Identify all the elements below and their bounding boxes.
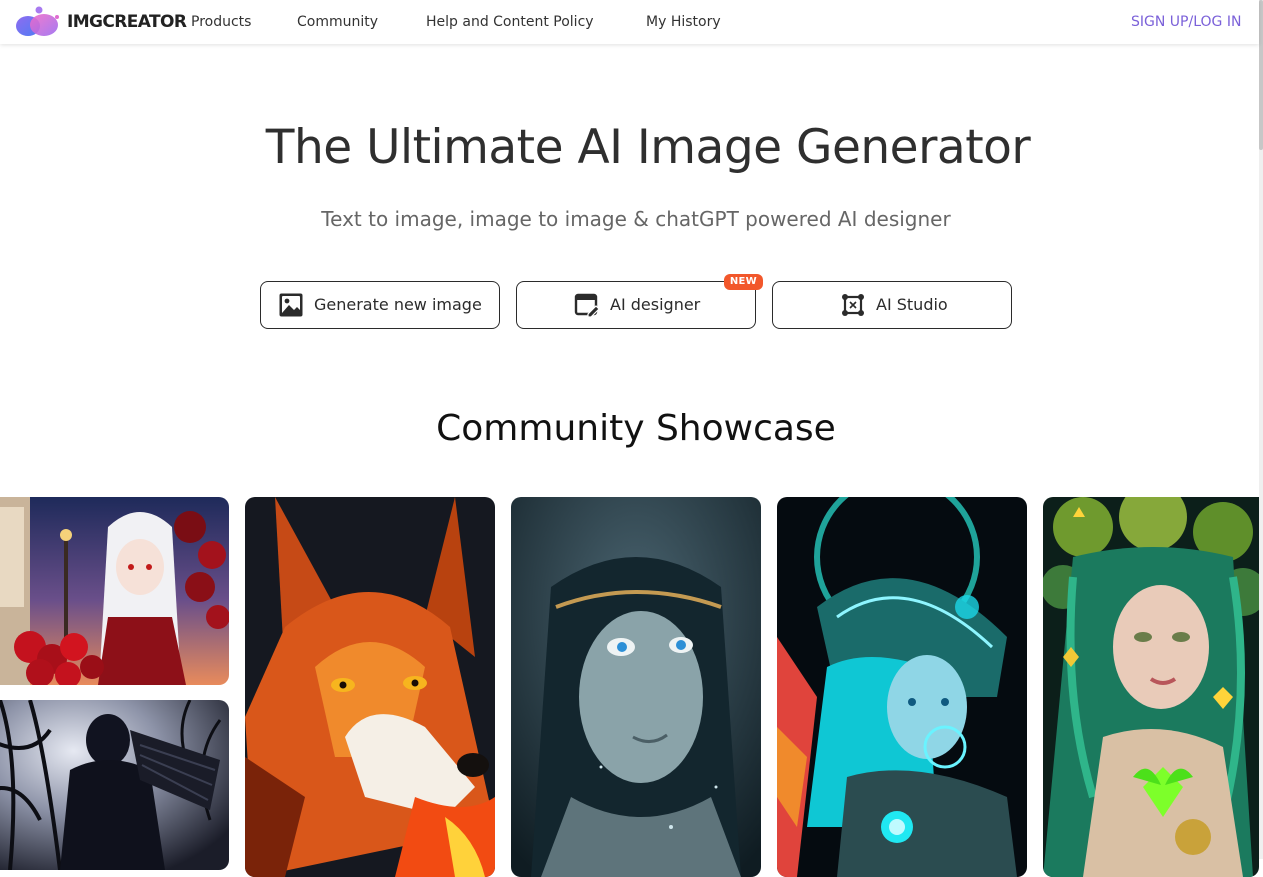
brand-name[interactable]: IMGCREATOR	[67, 10, 187, 34]
logo-icon[interactable]	[15, 5, 65, 39]
showcase-image-green-haired-nature-girl-with-butterflies[interactable]	[1043, 497, 1259, 877]
nav-my-history[interactable]: My History	[646, 12, 721, 32]
ai-studio-button[interactable]: AI Studio	[772, 281, 1012, 329]
edit-canvas-icon	[574, 293, 600, 318]
generate-button-label: Generate new image	[314, 295, 482, 314]
nav-community[interactable]: Community	[297, 12, 378, 32]
ai-designer-button[interactable]: AI designer NEW	[516, 274, 763, 329]
showcase-image-anime-girl-with-roses[interactable]	[0, 497, 229, 685]
community-showcase-title: Community Showcase	[436, 408, 836, 449]
signup-label[interactable]: SIGN UP	[1131, 14, 1188, 30]
nav-help-content-policy[interactable]: Help and Content Policy	[426, 12, 594, 32]
signup-login-link[interactable]: SIGN UP/LOG IN	[1131, 12, 1241, 32]
showcase-image-underwater-girl-with-crown[interactable]	[511, 497, 761, 877]
studio-crop-icon	[842, 294, 864, 316]
hero-subtitle: Text to image, image to image & chatGPT …	[321, 207, 951, 231]
login-label[interactable]: LOG IN	[1193, 14, 1241, 30]
new-badge: NEW	[723, 274, 763, 290]
ai-studio-button-label: AI Studio	[876, 295, 948, 314]
generate-new-image-button[interactable]: Generate new image	[260, 281, 500, 329]
showcase-image-dark-figure-in-branches[interactable]	[0, 700, 229, 870]
showcase-image-fire-fox[interactable]	[245, 497, 495, 877]
showcase-image-neon-cyberpunk-girl[interactable]	[777, 497, 1027, 877]
hero-title: The Ultimate AI Image Generator	[265, 120, 1031, 175]
top-navigation-bar: IMGCREATOR Products Community Help and C…	[0, 0, 1259, 44]
image-icon	[279, 293, 303, 317]
ai-designer-button-label: AI designer	[610, 295, 701, 314]
nav-products[interactable]: Products	[191, 12, 251, 32]
